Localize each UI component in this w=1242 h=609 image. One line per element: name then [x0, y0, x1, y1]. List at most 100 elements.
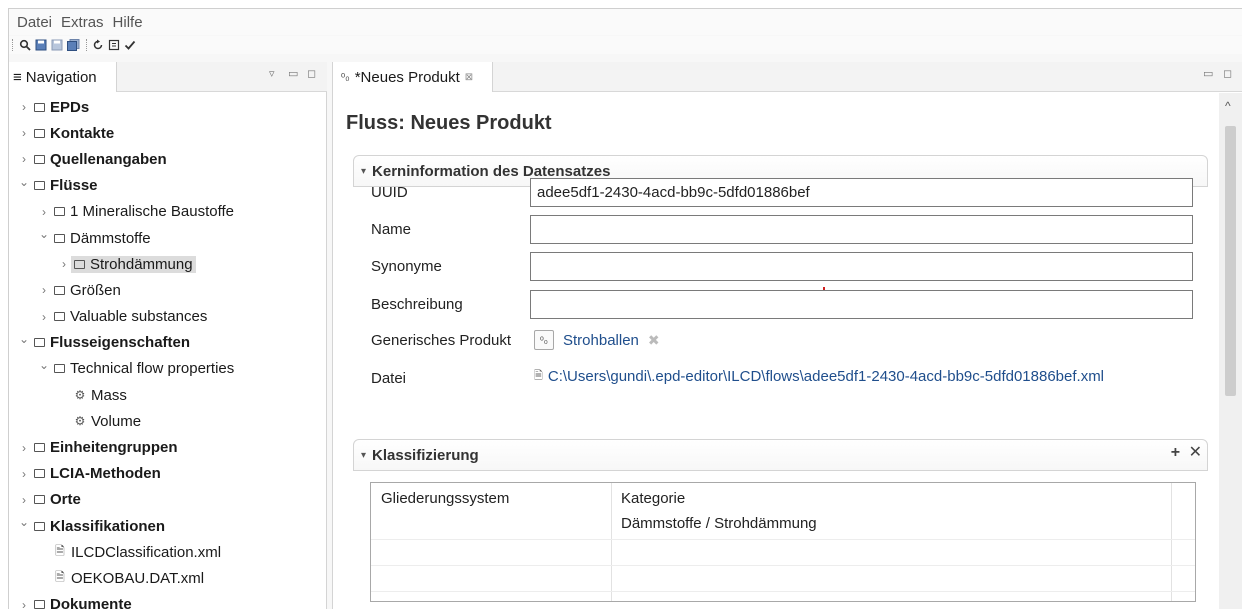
chevron-right-icon[interactable]: › [37, 310, 51, 324]
tab-navigation[interactable]: ≡ Navigation [9, 62, 117, 92]
tree-item[interactable]: › Quellenangaben [9, 146, 327, 172]
tree-item-content: Dokumente [31, 596, 135, 609]
chevron-up-icon[interactable]: ^ [1225, 99, 1231, 113]
synonyms-label: Synonyme [371, 257, 442, 275]
uuid-row: UUID [371, 177, 1211, 207]
chevron-down-icon[interactable]: ⌄ [17, 332, 31, 346]
uuid-field[interactable] [530, 177, 1193, 207]
tree-item[interactable]: ⚙ Mass [9, 382, 327, 408]
tree-item-content: Größen [51, 282, 124, 299]
tree-item[interactable]: › Einheitengruppen [9, 434, 327, 460]
add-icon[interactable]: + [1171, 444, 1180, 461]
toolbar-grip [12, 39, 15, 51]
scrollbar-thumb[interactable] [1225, 126, 1236, 396]
check-icon[interactable] [123, 38, 137, 52]
save-icon[interactable] [34, 38, 48, 52]
folder-icon [34, 600, 45, 609]
tree-item[interactable]: › EPDs [9, 94, 327, 120]
chevron-right-icon[interactable]: › [57, 257, 71, 271]
refresh-icon[interactable] [91, 38, 105, 52]
save-all-icon[interactable] [66, 38, 80, 52]
classification-tools: + ✕ [1171, 442, 1202, 462]
remove-icon[interactable]: ✕ [1189, 444, 1202, 461]
folder-icon [34, 181, 45, 191]
tree-item[interactable]: › Valuable substances [9, 304, 327, 330]
select-flow-icon[interactable]: ᵒ₀ [534, 330, 554, 350]
column-header-category[interactable]: Kategorie [621, 490, 685, 507]
tree-item-label: ILCDClassification.xml [71, 543, 222, 561]
tree-item-label: 1 Mineralische Baustoffe [70, 203, 234, 221]
file-row: Datei 🗎 C:\Users\gundi\.epd-editor\ILCD\… [371, 363, 1211, 393]
tree-item-content: Kontakte [31, 125, 117, 142]
name-row: Name [371, 214, 1211, 244]
description-label: Beschreibung [371, 295, 463, 313]
close-icon[interactable]: ⊠ [465, 72, 473, 83]
generic-product-link[interactable]: Strohballen [563, 332, 639, 349]
validate-icon[interactable] [107, 38, 121, 52]
synonyms-field[interactable] [530, 251, 1193, 281]
menu-hilfe[interactable]: Hilfe [113, 14, 143, 31]
file-icon: 🗎 [55, 569, 65, 584]
chevron-right-icon[interactable]: › [17, 100, 31, 114]
table-cell-category[interactable]: Dämmstoffe / Strohdämmung [621, 515, 817, 532]
editor-scrollbar[interactable]: ^ [1219, 93, 1242, 609]
save-as-icon[interactable] [50, 38, 64, 52]
chevron-down-icon[interactable]: ⌄ [17, 515, 31, 529]
chevron-down-icon[interactable]: ⌄ [37, 358, 51, 372]
tree-item[interactable]: › LCIA-Methoden [9, 461, 327, 487]
tree-item[interactable]: 🗎 OEKOBAU.DAT.xml [9, 565, 327, 591]
menu-extras[interactable]: Extras [61, 14, 104, 31]
view-menu-icon[interactable]: ▿ [269, 67, 281, 80]
classification-section-header[interactable]: ▾ Klassifizierung [353, 439, 1208, 471]
tree-item[interactable]: ⌄ Klassifikationen [9, 513, 327, 539]
tree-item[interactable]: › 1 Mineralische Baustoffe [9, 199, 327, 225]
description-field[interactable] [530, 289, 1193, 319]
chevron-right-icon[interactable]: › [17, 598, 31, 609]
maximize-icon[interactable]: ◻ [307, 67, 322, 80]
generic-product-ref: ᵒ₀ Strohballen ✖ [534, 330, 660, 350]
tree-item[interactable]: ⌄ Flusseigenschaften [9, 330, 327, 356]
chevron-right-icon[interactable]: › [17, 441, 31, 455]
chevron-right-icon[interactable]: › [17, 152, 31, 166]
tree-item[interactable]: › Strohdämmung [9, 251, 327, 277]
editor-body: Fluss: Neues Produkt ▾ Kerninformation d… [333, 93, 1219, 609]
editor-tab-label: *Neues Produkt [354, 68, 460, 86]
tree-item-label: LCIA-Methoden [50, 465, 161, 483]
chevron-right-icon[interactable]: › [37, 205, 51, 219]
tree-item[interactable]: ⌄ Technical flow properties [9, 356, 327, 382]
chevron-down-icon[interactable]: ⌄ [17, 175, 31, 189]
chevron-down-icon[interactable]: ⌄ [37, 227, 51, 241]
tree-item[interactable]: 🗎 ILCDClassification.xml [9, 539, 327, 565]
chevron-right-icon[interactable]: › [17, 126, 31, 140]
name-field[interactable] [530, 214, 1193, 244]
column-header-system[interactable]: Gliederungssystem [381, 490, 509, 507]
chevron-right-icon[interactable]: › [17, 467, 31, 481]
column-divider [1171, 483, 1172, 601]
chevron-right-icon[interactable]: › [37, 283, 51, 297]
minimize-icon[interactable]: ▭ [1203, 67, 1219, 80]
tab-neues-produkt[interactable]: ᵒ₀ *Neues Produkt ⊠ [333, 62, 493, 92]
tree-item[interactable]: › Orte [9, 487, 327, 513]
navigation-header: ≡ Navigation ▿ ▭ ◻ [9, 62, 327, 92]
chevron-right-icon[interactable]: › [17, 493, 31, 507]
navigation-tree: › EPDs › Kontakte › Quellenangaben ⌄ Flüsse › 1 M… [9, 94, 327, 609]
folder-icon [34, 469, 45, 479]
tree-item[interactable]: ⚙ Volume [9, 408, 327, 434]
app-window: Datei Extras Hilfe ≡ Navigation ▿ ▭ ◻ › … [8, 8, 1242, 609]
tree-item[interactable]: › Größen [9, 277, 327, 303]
minimize-icon[interactable]: ▭ [288, 67, 304, 80]
remove-icon[interactable]: ✖ [648, 332, 660, 349]
menu-datei[interactable]: Datei [17, 14, 52, 31]
file-link[interactable]: C:\Users\gundi\.epd-editor\ILCD\flows\ad… [548, 368, 1104, 385]
search-icon[interactable] [18, 38, 32, 52]
maximize-icon[interactable]: ◻ [1223, 67, 1238, 80]
tree-item-content: Orte [31, 491, 84, 508]
tree-item[interactable]: › Dokumente [9, 592, 327, 609]
tree-item[interactable]: ⌄ Flüsse [9, 173, 327, 199]
tree-item-label: OEKOBAU.DAT.xml [71, 569, 205, 587]
tree-item[interactable]: › Kontakte [9, 120, 327, 146]
tree-item[interactable]: ⌄ Dämmstoffe [9, 225, 327, 251]
tree-item-label: Klassifikationen [50, 517, 166, 535]
folder-icon [34, 338, 45, 348]
row-divider [371, 591, 1195, 592]
